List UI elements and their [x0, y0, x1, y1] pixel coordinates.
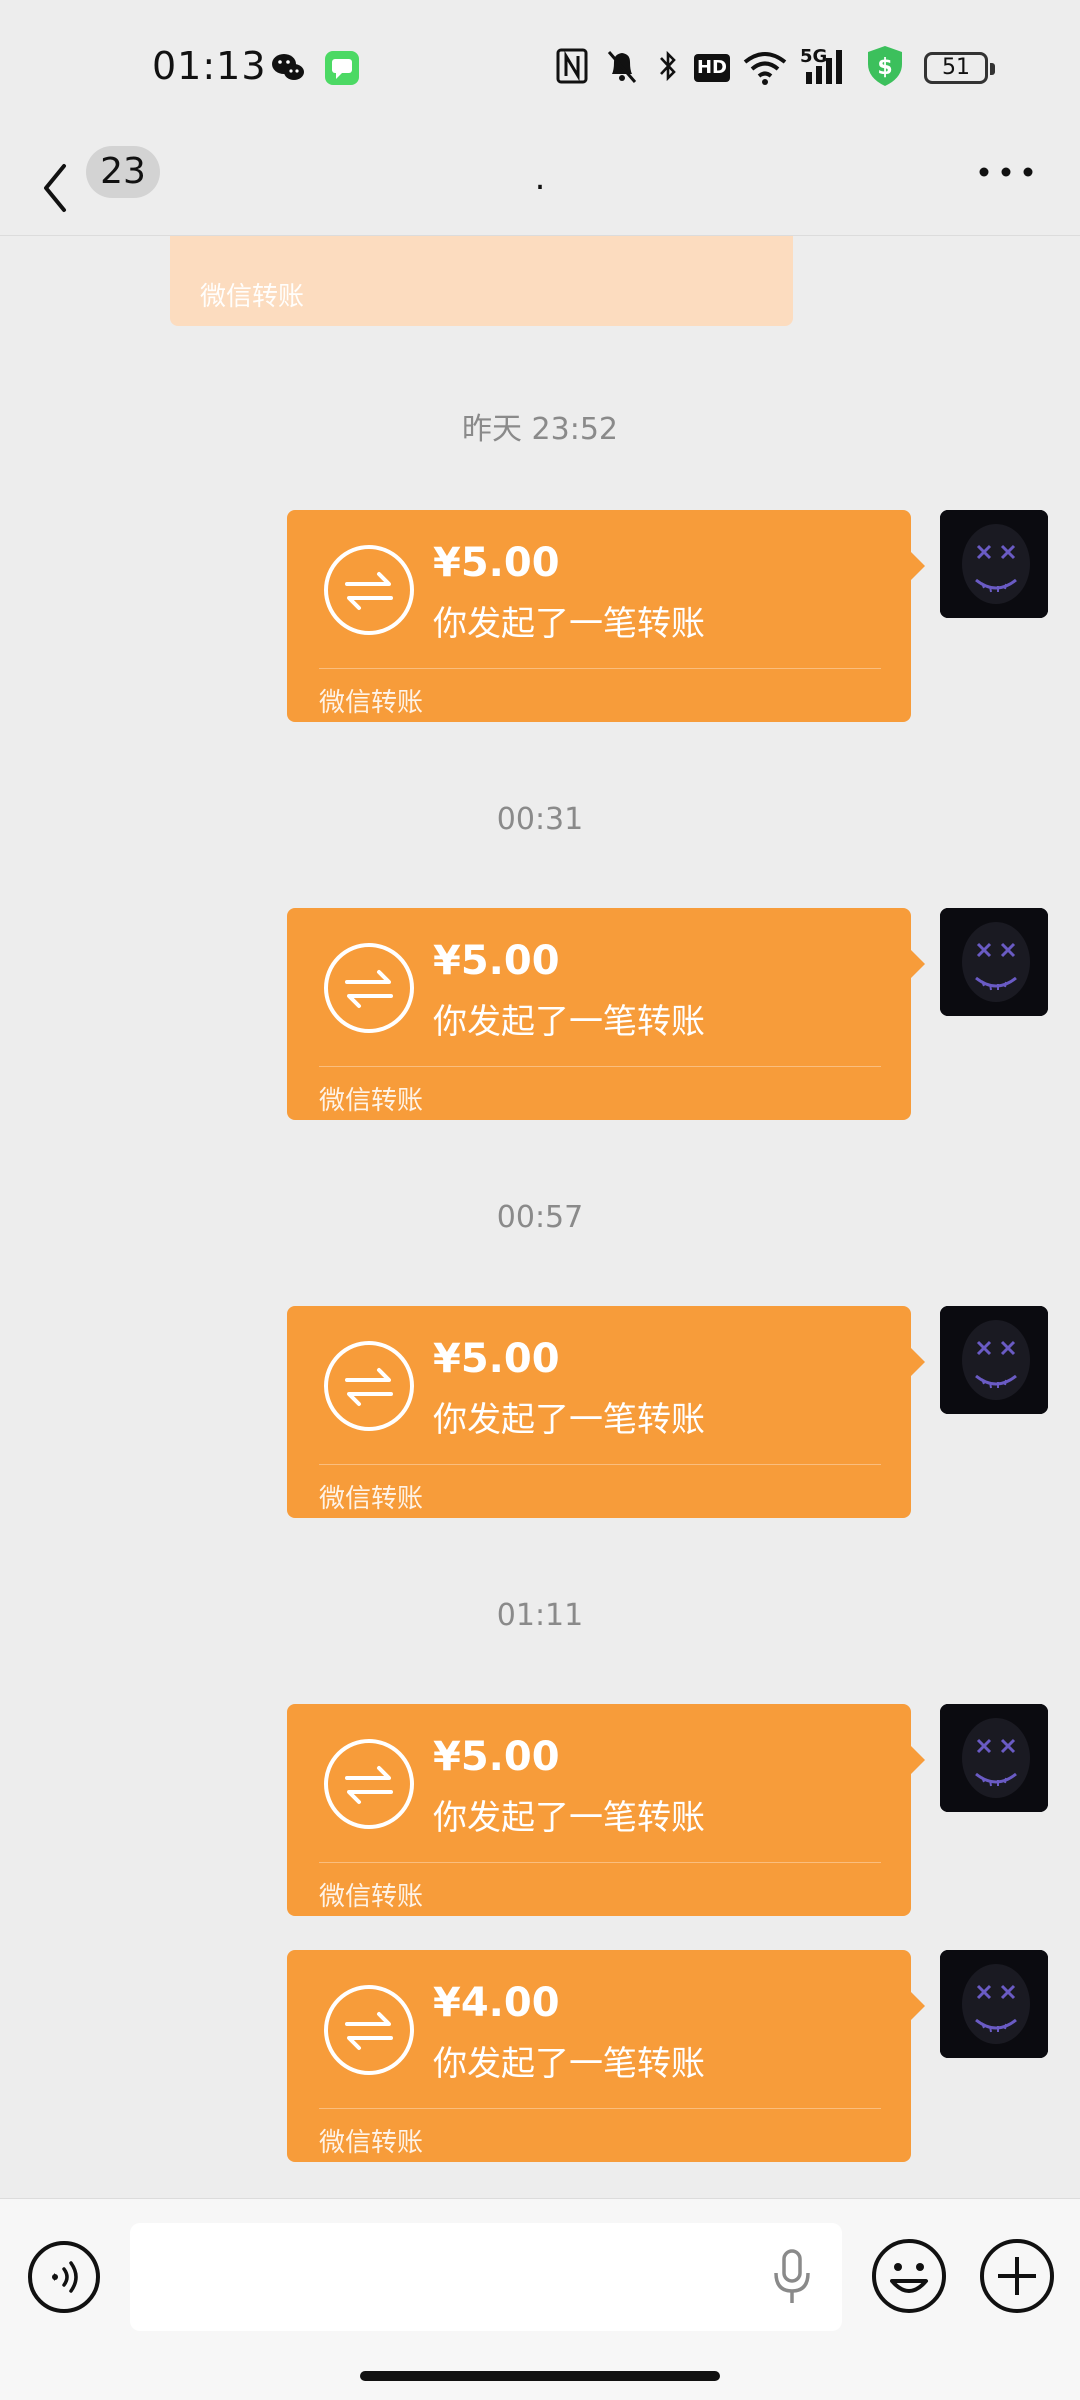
transfer-description: 你发起了一笔转账 — [433, 2044, 705, 2084]
timestamp: 00:57 — [496, 1200, 584, 1235]
svg-text:$: $ — [877, 55, 892, 80]
transfer-bubble[interactable]: ¥5.00 你发起了一笔转账 微信转账 — [287, 1306, 925, 1518]
mask-avatar-image — [940, 510, 1048, 618]
timestamp: 00:31 — [496, 802, 584, 837]
transfer-arrows-icon — [324, 943, 414, 1033]
transfer-description: 你发起了一笔转账 — [433, 604, 705, 644]
transfer-description: 你发起了一笔转账 — [433, 1002, 705, 1042]
transfer-description: 你发起了一笔转账 — [433, 1400, 705, 1440]
transfer-arrows-icon — [324, 1341, 414, 1431]
timestamp: 昨天 23:52 — [462, 412, 618, 447]
nfc-icon — [556, 48, 588, 84]
chat-title: . — [534, 158, 546, 198]
transfer-amount: ¥5.00 — [433, 540, 560, 586]
divider — [319, 1862, 881, 1863]
divider — [319, 1464, 881, 1465]
hd-icon: HD — [694, 54, 730, 82]
transfer-bubble[interactable]: ¥5.00 你发起了一笔转账 微信转账 — [287, 908, 925, 1120]
transfer-bubble[interactable]: ¥4.00 你发起了一笔转账 微信转账 — [287, 1950, 925, 2162]
more-dots-icon[interactable] — [966, 150, 1046, 194]
divider — [319, 668, 881, 669]
avatar[interactable] — [940, 1306, 1048, 1414]
transfer-amount: ¥5.00 — [433, 1734, 560, 1780]
transfer-footer-label: 微信转账 — [319, 1086, 424, 1116]
timestamp: 01:11 — [496, 1598, 584, 1633]
transfer-arrows-icon — [324, 1985, 414, 2075]
messages-icon — [325, 51, 359, 85]
unread-count-badge[interactable]: 23 — [86, 146, 160, 198]
signal-icon — [806, 50, 842, 84]
chevron-left-icon — [44, 164, 66, 212]
voice-icon[interactable] — [26, 2239, 102, 2315]
transfer-bubble[interactable]: ¥5.00 你发起了一笔转账 微信转账 — [287, 510, 925, 722]
divider — [319, 2108, 881, 2109]
mask-avatar-image — [940, 908, 1048, 1016]
battery-level: 51 — [942, 55, 970, 80]
mute-icon — [607, 51, 637, 83]
home-indicator[interactable] — [360, 2371, 720, 2381]
status-time: 01:13 — [152, 44, 267, 88]
status-bar: 01:13 HD 5G $ 51 — [0, 0, 1080, 140]
transfer-footer-label: 微信转账 — [200, 282, 305, 312]
transfer-bubble-partial[interactable]: 微信转账 — [170, 236, 793, 326]
transfer-arrows-icon — [324, 1739, 414, 1829]
mask-avatar-image — [940, 1950, 1048, 2058]
bluetooth-icon — [660, 50, 676, 82]
wifi-icon — [743, 52, 787, 85]
emoji-icon[interactable] — [870, 2237, 948, 2315]
payment-shield-icon: $ — [868, 46, 902, 86]
avatar[interactable] — [940, 510, 1048, 618]
transfer-footer-label: 微信转账 — [319, 2128, 424, 2158]
mask-avatar-image — [940, 1306, 1048, 1414]
message-input[interactable] — [130, 2223, 842, 2331]
mic-icon[interactable] — [772, 2249, 812, 2305]
avatar[interactable] — [940, 908, 1048, 1016]
wechat-icon — [272, 54, 304, 80]
battery-icon: 51 — [924, 52, 995, 84]
input-bar — [0, 2198, 1080, 2400]
plus-icon[interactable] — [978, 2237, 1056, 2315]
chat-message-list[interactable]: 微信转账 昨天 23:52 ¥5.00 你发起了一笔转账 微信转账 00:31 … — [0, 236, 1080, 2198]
avatar[interactable] — [940, 1704, 1048, 1812]
transfer-bubble[interactable]: ¥5.00 你发起了一笔转账 微信转账 — [287, 1704, 925, 1916]
transfer-footer-label: 微信转账 — [319, 1882, 424, 1912]
transfer-footer-label: 微信转账 — [319, 1484, 424, 1514]
divider — [319, 1066, 881, 1067]
transfer-amount: ¥4.00 — [433, 1980, 560, 2026]
transfer-arrows-icon — [324, 545, 414, 635]
transfer-footer-label: 微信转账 — [319, 688, 424, 718]
mask-avatar-image — [940, 1704, 1048, 1812]
transfer-amount: ¥5.00 — [433, 1336, 560, 1382]
avatar[interactable] — [940, 1950, 1048, 2058]
transfer-amount: ¥5.00 — [433, 938, 560, 984]
transfer-description: 你发起了一笔转账 — [433, 1798, 705, 1838]
